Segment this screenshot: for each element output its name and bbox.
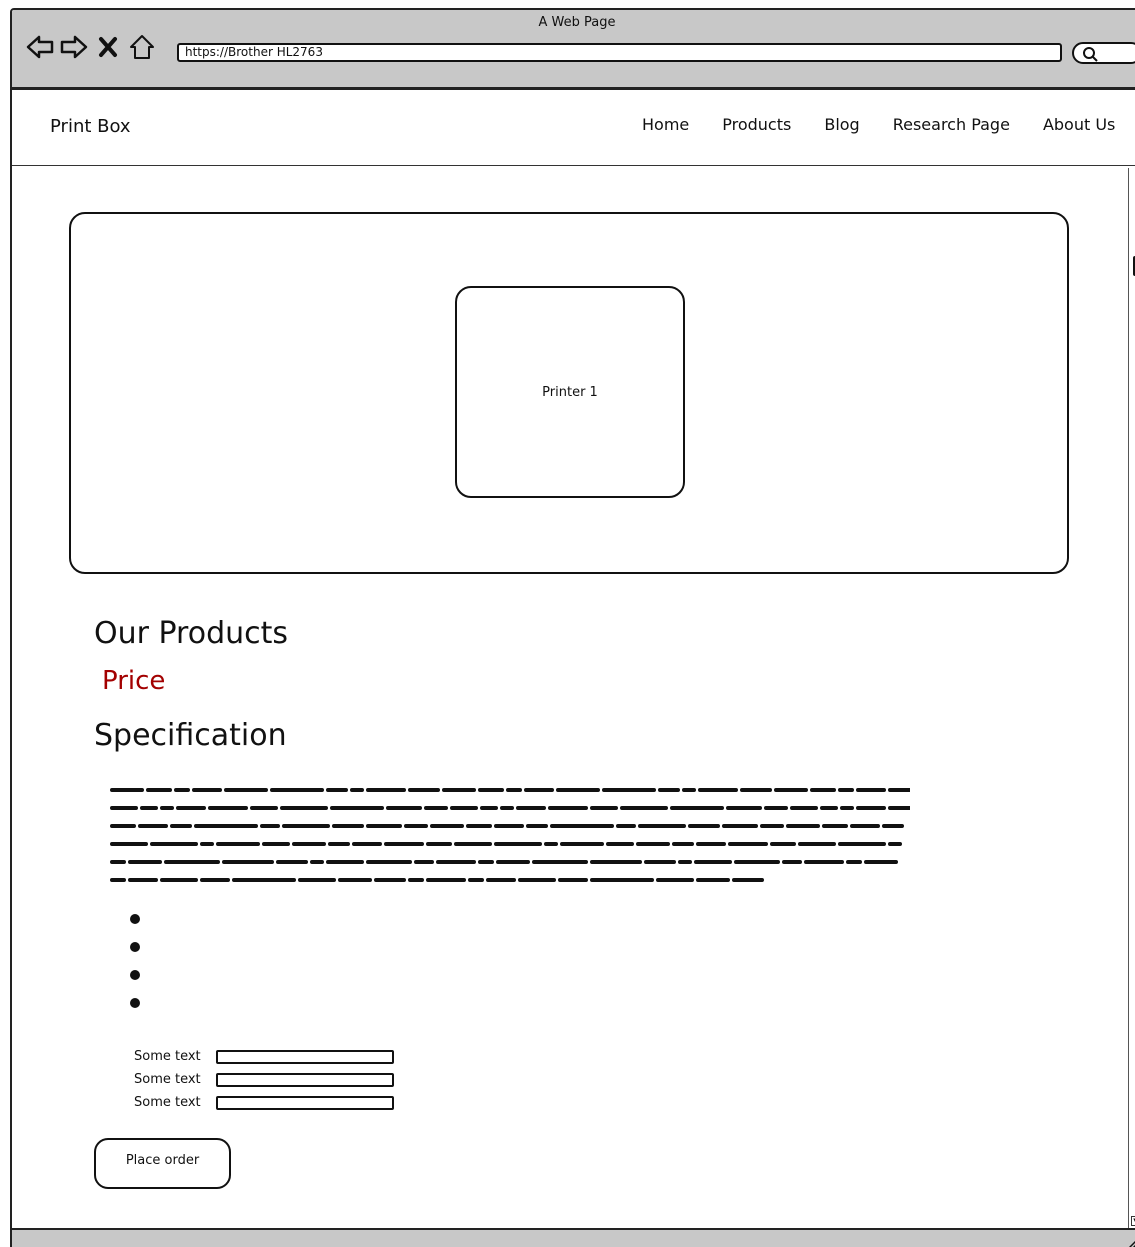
forward-arrow-icon[interactable] bbox=[60, 32, 88, 62]
site-header: Print Box Home Products Blog Research Pa… bbox=[12, 90, 1135, 166]
products-heading: Our Products bbox=[94, 616, 289, 651]
main-nav: Home Products Blog Research Page About U… bbox=[642, 115, 1115, 134]
form-row: Some text bbox=[134, 1068, 394, 1091]
vertical-scrollbar[interactable]: ▼ bbox=[1128, 168, 1135, 1228]
text-field-1[interactable] bbox=[216, 1049, 394, 1064]
search-field[interactable] bbox=[1072, 42, 1135, 64]
resize-grip-icon[interactable] bbox=[1126, 1238, 1135, 1247]
search-icon bbox=[1083, 47, 1098, 62]
product-card[interactable]: Printer 1 bbox=[455, 286, 685, 498]
browser-window: A Web Page https://Brother HL2763 Print … bbox=[10, 8, 1135, 1247]
specification-heading: Specification bbox=[94, 718, 287, 753]
place-order-button[interactable]: Place order bbox=[94, 1138, 231, 1189]
specification-paragraph bbox=[110, 784, 912, 888]
text-field-3[interactable] bbox=[216, 1095, 394, 1110]
hero-banner: Printer 1 bbox=[69, 212, 1069, 574]
nav-link-home[interactable]: Home bbox=[642, 115, 689, 134]
nav-buttons bbox=[26, 32, 156, 62]
scroll-down-arrow-icon[interactable]: ▼ bbox=[1131, 1216, 1135, 1226]
text-field-2[interactable] bbox=[216, 1072, 394, 1087]
nav-link-about-us[interactable]: About Us bbox=[1043, 115, 1115, 134]
field-label: Some text bbox=[134, 1095, 201, 1110]
form-row: Some text bbox=[134, 1045, 394, 1068]
browser-chrome: A Web Page https://Brother HL2763 bbox=[12, 10, 1135, 90]
address-bar[interactable]: https://Brother HL2763 bbox=[177, 43, 1062, 62]
back-arrow-icon[interactable] bbox=[26, 32, 54, 62]
status-bar bbox=[12, 1228, 1135, 1247]
field-label: Some text bbox=[134, 1072, 201, 1087]
field-label: Some text bbox=[134, 1049, 201, 1064]
window-title: A Web Page bbox=[538, 15, 616, 30]
price-heading: Price bbox=[102, 666, 166, 696]
brand-logo[interactable]: Print Box bbox=[50, 116, 131, 137]
home-icon[interactable] bbox=[128, 32, 156, 62]
placeholder-text-scribble bbox=[110, 788, 912, 882]
nav-link-blog[interactable]: Blog bbox=[824, 115, 859, 134]
order-form: Some text Some text Some text bbox=[134, 1045, 394, 1114]
nav-link-products[interactable]: Products bbox=[722, 115, 791, 134]
close-icon[interactable] bbox=[94, 32, 122, 62]
nav-link-research-page[interactable]: Research Page bbox=[893, 115, 1010, 134]
product-card-label: Printer 1 bbox=[542, 384, 598, 400]
form-row: Some text bbox=[134, 1091, 394, 1114]
